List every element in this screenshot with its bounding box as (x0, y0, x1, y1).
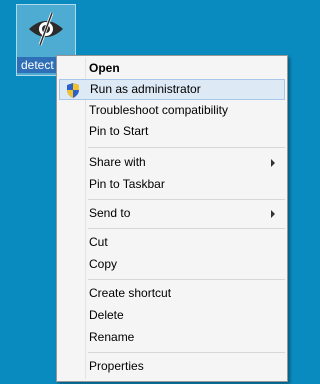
menu-item-run-as-administrator[interactable]: Run as administrator (59, 79, 285, 100)
menu-item-share-with[interactable]: Share with (59, 152, 285, 173)
submenu-arrow-icon (271, 210, 275, 218)
eye-app-icon (29, 12, 63, 46)
menu-item-pin-to-start[interactable]: Pin to Start (59, 121, 285, 142)
menu-item-label: Troubleshoot compatibility (89, 103, 228, 117)
menu-item-label: Pin to Taskbar (89, 177, 165, 191)
menu-item-pin-to-taskbar[interactable]: Pin to Taskbar (59, 174, 285, 195)
menu-item-label: Properties (89, 359, 144, 373)
menu-item-label: Pin to Start (89, 124, 149, 138)
menu-item-troubleshoot-compatibility[interactable]: Troubleshoot compatibility (59, 100, 285, 121)
menu-separator (88, 279, 285, 280)
menu-item-rename[interactable]: Rename (59, 327, 285, 348)
uac-shield-icon (67, 83, 79, 98)
menu-item-cut[interactable]: Cut (59, 232, 285, 253)
menu-item-send-to[interactable]: Send to (59, 203, 285, 224)
menu-item-copy[interactable]: Copy (59, 254, 285, 275)
menu-item-label: Copy (89, 257, 118, 271)
menu-item-label: Cut (89, 235, 108, 249)
menu-item-open[interactable]: Open (59, 58, 285, 79)
menu-item-label: Run as administrator (90, 82, 201, 96)
context-menu: Open Run as administrator Troubleshoot c… (56, 55, 288, 382)
menu-item-create-shortcut[interactable]: Create shortcut (59, 283, 285, 304)
menu-item-label: Create shortcut (89, 286, 172, 300)
menu-item-properties[interactable]: Properties (59, 356, 285, 377)
menu-item-label: Delete (89, 308, 124, 322)
menu-separator (88, 228, 285, 229)
menu-item-label: Share with (89, 155, 146, 169)
menu-item-label: Send to (89, 206, 131, 220)
menu-separator (88, 352, 285, 353)
menu-separator (88, 147, 285, 148)
menu-item-label: Open (89, 61, 120, 75)
menu-separator (88, 199, 285, 200)
menu-item-label: Rename (89, 330, 135, 344)
menu-item-delete[interactable]: Delete (59, 305, 285, 326)
submenu-arrow-icon (271, 159, 275, 167)
